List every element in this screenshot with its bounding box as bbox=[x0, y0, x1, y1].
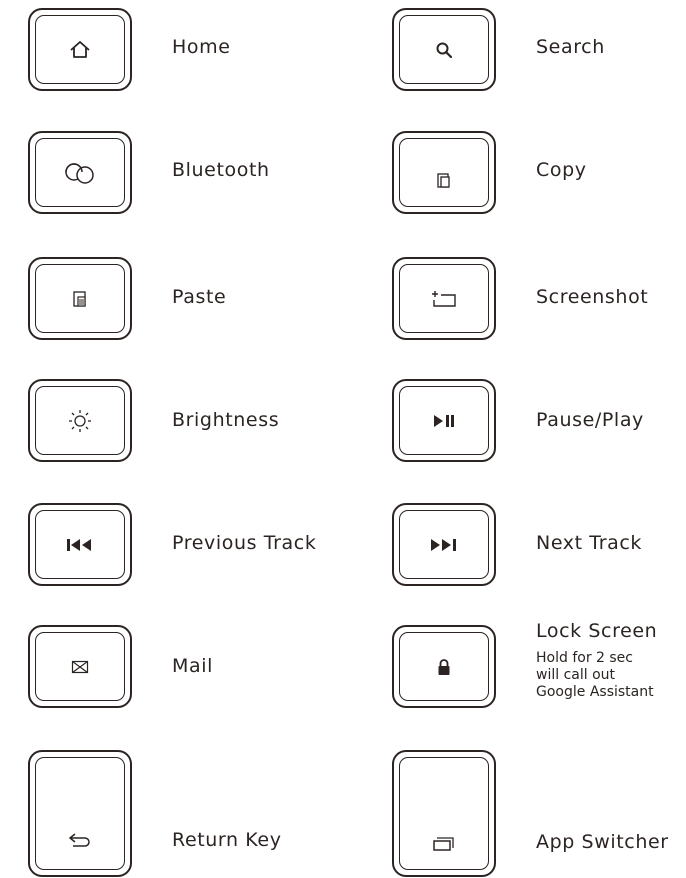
mail-key bbox=[28, 625, 132, 708]
copy-label: Copy bbox=[536, 159, 587, 181]
home-key bbox=[28, 8, 132, 91]
previous-track-key bbox=[28, 503, 132, 586]
paste-label: Paste bbox=[172, 286, 227, 308]
lock-screen-label: Lock Screen bbox=[536, 620, 658, 642]
search-icon bbox=[394, 10, 494, 89]
previous-track-icon bbox=[30, 505, 130, 584]
search-key bbox=[392, 8, 496, 91]
bluetooth-icon bbox=[30, 133, 130, 212]
app-switcher-key bbox=[392, 750, 496, 877]
paste-key bbox=[28, 257, 132, 340]
copy-icon bbox=[394, 141, 494, 220]
next-track-key bbox=[392, 503, 496, 586]
next-track-label: Next Track bbox=[536, 532, 643, 554]
lock-screen-note-line2: will call out bbox=[536, 667, 616, 683]
bluetooth-label: Bluetooth bbox=[172, 159, 270, 181]
home-label: Home bbox=[172, 36, 231, 58]
mail-icon bbox=[30, 627, 130, 706]
lock-screen-note-line1: Hold for 2 sec bbox=[536, 650, 633, 666]
brightness-label: Brightness bbox=[172, 409, 280, 431]
lock-screen-key bbox=[392, 625, 496, 708]
lock-icon bbox=[394, 627, 494, 706]
return-icon bbox=[30, 820, 130, 860]
bluetooth-key bbox=[28, 131, 132, 214]
return-key-label: Return Key bbox=[172, 829, 282, 851]
lock-screen-note-line3: Google Assistant bbox=[536, 684, 654, 700]
home-icon bbox=[30, 10, 130, 89]
copy-key bbox=[392, 131, 496, 214]
pause-play-key bbox=[392, 379, 496, 462]
screenshot-key bbox=[392, 257, 496, 340]
previous-track-label: Previous Track bbox=[172, 532, 317, 554]
paste-icon bbox=[30, 259, 130, 338]
next-track-icon bbox=[394, 505, 494, 584]
brightness-key bbox=[28, 379, 132, 462]
app-switcher-label: App Switcher bbox=[536, 831, 669, 853]
lock-screen-note: Hold for 2 sec will call out Google Assi… bbox=[536, 650, 654, 701]
brightness-icon bbox=[30, 381, 130, 460]
return-key bbox=[28, 750, 132, 877]
app-switcher-icon bbox=[394, 824, 494, 864]
search-label: Search bbox=[536, 36, 605, 58]
mail-label: Mail bbox=[172, 655, 213, 677]
play-pause-icon bbox=[394, 381, 494, 460]
screenshot-label: Screenshot bbox=[536, 286, 649, 308]
screenshot-icon bbox=[394, 259, 494, 338]
pause-play-label: Pause/Play bbox=[536, 409, 644, 431]
